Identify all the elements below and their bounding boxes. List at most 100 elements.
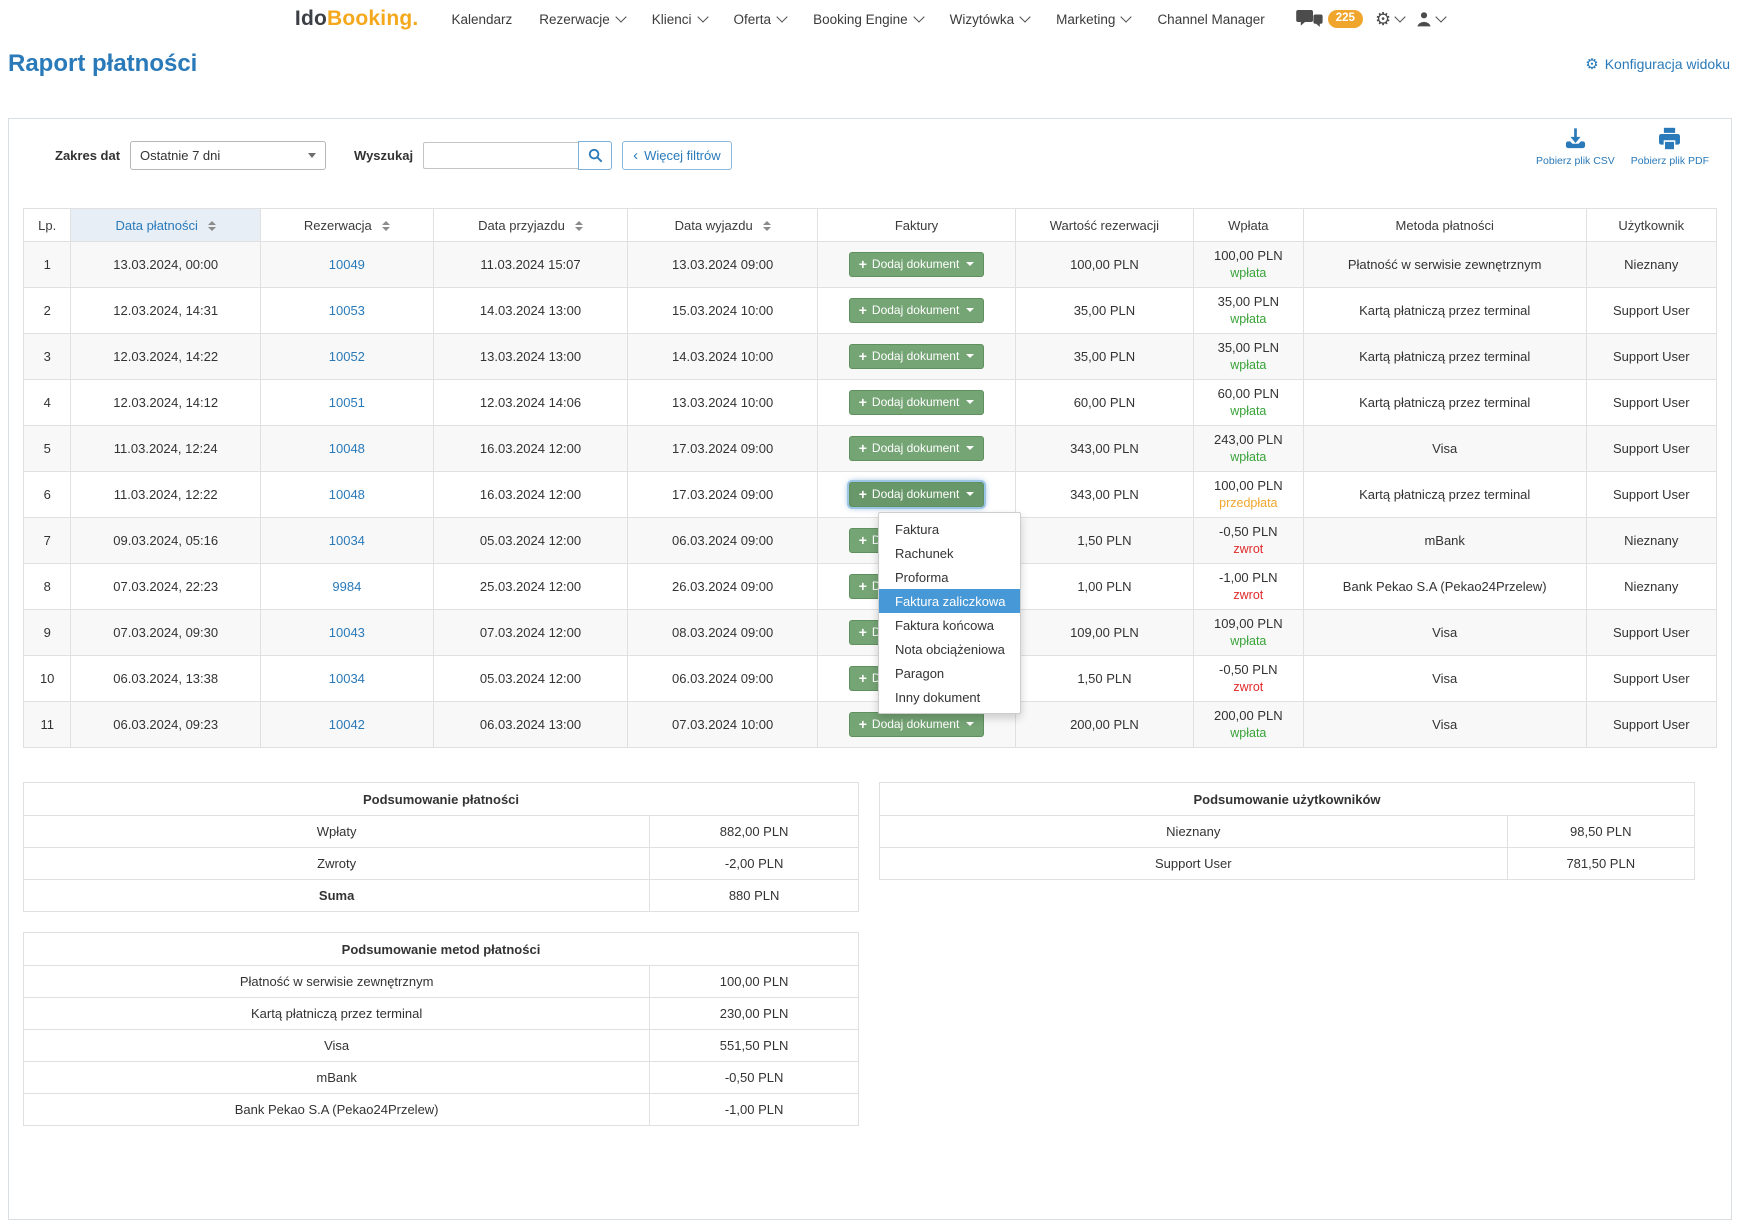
methods-summary-row: Płatność w serwisie zewnętrznym100,00 PL… xyxy=(24,966,859,998)
payment-cell: 243,00 PLNwpłata xyxy=(1193,426,1303,472)
arrival-date-cell: 05.03.2024 12:00 xyxy=(433,518,628,564)
user-menu[interactable] xyxy=(1416,11,1445,27)
search-input[interactable] xyxy=(423,142,579,169)
dropdown-item-faktura-ko-cowa[interactable]: Faktura końcowa xyxy=(879,613,1020,637)
add-document-label: Dodaj dokument xyxy=(872,717,959,731)
invoices-cell: Dodaj dokument xyxy=(817,288,1015,334)
reservation-link[interactable]: 10051 xyxy=(329,395,365,410)
dropdown-item-faktura-zaliczkowa[interactable]: Faktura zaliczkowa xyxy=(879,589,1020,613)
plus-icon xyxy=(859,579,867,594)
dropdown-item-inny-dokument[interactable]: Inny dokument xyxy=(879,685,1020,709)
reservation-link[interactable]: 9984 xyxy=(332,579,361,594)
user-cell: Support User xyxy=(1586,472,1716,518)
table-row: 611.03.2024, 12:221004816.03.2024 12:001… xyxy=(24,472,1717,518)
reservation-link[interactable]: 10042 xyxy=(329,717,365,732)
payment-cell: 35,00 PLNwpłata xyxy=(1193,288,1303,334)
reservation-cell: 9984 xyxy=(261,564,434,610)
reservation-value-cell: 35,00 PLN xyxy=(1016,288,1194,334)
payment-status: wpłata xyxy=(1198,633,1299,649)
methods-summary-table: Podsumowanie metod płatnościPłatność w s… xyxy=(23,932,859,1126)
payments-summary-label: Wpłaty xyxy=(24,816,650,848)
payment-status: wpłata xyxy=(1198,449,1299,465)
dropdown-item-nota-obci-eniowa[interactable]: Nota obciążeniowa xyxy=(879,637,1020,661)
nav-item-rezerwacje[interactable]: Rezerwacje xyxy=(539,12,625,27)
plus-icon xyxy=(859,441,867,456)
brand-logo-prefix: Ido xyxy=(295,7,327,30)
column-header-label: Użytkownik xyxy=(1618,218,1684,233)
nav-icons: 225 ⚙ xyxy=(1296,10,1445,29)
nav-item-klienci[interactable]: Klienci xyxy=(652,12,707,27)
invoices-cell: Dodaj dokument xyxy=(817,472,1015,518)
nav-item-channel-manager[interactable]: Channel Manager xyxy=(1157,12,1264,27)
chevron-down-icon xyxy=(308,153,316,158)
column-header-data-p-atno-ci[interactable]: Data płatności xyxy=(71,209,261,242)
payment-amount: 243,00 PLN xyxy=(1198,431,1299,449)
add-document-button[interactable]: Dodaj dokument xyxy=(849,390,985,415)
reservation-link[interactable]: 10053 xyxy=(329,303,365,318)
nav-item-kalendarz[interactable]: Kalendarz xyxy=(451,12,512,27)
table-row: 907.03.2024, 09:301004307.03.2024 12:000… xyxy=(24,610,1717,656)
payment-date-cell: 12.03.2024, 14:12 xyxy=(71,380,261,426)
payments-summary-row: Wpłaty882,00 PLN xyxy=(24,816,859,848)
user-cell: Support User xyxy=(1586,702,1716,748)
reservation-link[interactable]: 10043 xyxy=(329,625,365,640)
date-range-select[interactable]: Ostatnie 7 dni xyxy=(130,141,326,170)
reservation-link[interactable]: 10034 xyxy=(329,533,365,548)
user-cell: Nieznany xyxy=(1586,518,1716,564)
dropdown-item-paragon[interactable]: Paragon xyxy=(879,661,1020,685)
download-pdf-button[interactable]: Pobierz plik PDF xyxy=(1631,125,1709,167)
export-buttons: Pobierz plik CSV Pobierz plik PDF xyxy=(1536,125,1709,167)
reservation-link[interactable]: 10048 xyxy=(329,441,365,456)
nav-item-oferta[interactable]: Oferta xyxy=(734,12,787,27)
methods-summary-value: -0,50 PLN xyxy=(650,1062,859,1094)
arrival-date-cell: 07.03.2024 12:00 xyxy=(433,610,628,656)
chevron-down-icon xyxy=(966,354,974,358)
add-document-label: Dodaj dokument xyxy=(872,395,959,409)
reservation-link[interactable]: 10034 xyxy=(329,671,365,686)
sort-icon xyxy=(382,221,390,231)
add-document-button[interactable]: Dodaj dokument xyxy=(849,252,985,277)
nav-item-wizyt-wka[interactable]: Wizytówka xyxy=(950,12,1030,27)
payment-cell: 100,00 PLNwpłata xyxy=(1193,242,1303,288)
nav-item-booking-engine[interactable]: Booking Engine xyxy=(813,12,923,27)
add-document-button[interactable]: Dodaj dokument xyxy=(849,344,985,369)
messages-icon[interactable]: 225 xyxy=(1296,10,1363,29)
reservation-link[interactable]: 10049 xyxy=(329,257,365,272)
column-header-data-wyjazdu[interactable]: Data wyjazdu xyxy=(628,209,818,242)
arrival-date-cell: 06.03.2024 13:00 xyxy=(433,702,628,748)
arrival-date-cell: 12.03.2024 14:06 xyxy=(433,380,628,426)
nav-item-label: Channel Manager xyxy=(1157,12,1264,27)
add-document-button[interactable]: Dodaj dokument xyxy=(849,712,985,737)
column-header-data-przyjazdu[interactable]: Data przyjazdu xyxy=(433,209,628,242)
table-row: 511.03.2024, 12:241004816.03.2024 12:001… xyxy=(24,426,1717,472)
departure-date-cell: 14.03.2024 10:00 xyxy=(628,334,818,380)
gear-icon: ⚙ xyxy=(1585,57,1598,72)
departure-date-cell: 17.03.2024 09:00 xyxy=(628,426,818,472)
reservation-cell: 10049 xyxy=(261,242,434,288)
reservation-cell: 10034 xyxy=(261,518,434,564)
chevron-down-icon xyxy=(776,11,787,22)
methods-summary-value: -1,00 PLN xyxy=(650,1094,859,1126)
sort-icon xyxy=(208,221,216,231)
add-document-button[interactable]: Dodaj dokument xyxy=(849,482,985,507)
download-csv-button[interactable]: Pobierz plik CSV xyxy=(1536,125,1615,167)
add-document-button[interactable]: Dodaj dokument xyxy=(849,436,985,461)
brand-logo-suffix: Booking. xyxy=(327,7,418,30)
reservation-value-cell: 35,00 PLN xyxy=(1016,334,1194,380)
user-cell: Nieznany xyxy=(1586,564,1716,610)
nav-item-marketing[interactable]: Marketing xyxy=(1056,12,1130,27)
table-row: 312.03.2024, 14:221005213.03.2024 13:001… xyxy=(24,334,1717,380)
reservation-link[interactable]: 10048 xyxy=(329,487,365,502)
reservation-link[interactable]: 10052 xyxy=(329,349,365,364)
settings-menu[interactable]: ⚙ xyxy=(1375,10,1404,28)
dropdown-item-proforma[interactable]: Proforma xyxy=(879,565,1020,589)
nav-item-label: Booking Engine xyxy=(813,12,908,27)
dropdown-item-rachunek[interactable]: Rachunek xyxy=(879,541,1020,565)
search-button[interactable] xyxy=(578,141,612,170)
column-header-rezerwacja[interactable]: Rezerwacja xyxy=(261,209,434,242)
brand-logo[interactable]: IdoBooking. xyxy=(295,7,419,31)
add-document-button[interactable]: Dodaj dokument xyxy=(849,298,985,323)
more-filters-button[interactable]: Więcej filtrów xyxy=(622,141,732,170)
view-configuration-link[interactable]: ⚙ Konfiguracja widoku xyxy=(1585,56,1730,72)
dropdown-item-faktura[interactable]: Faktura xyxy=(879,517,1020,541)
